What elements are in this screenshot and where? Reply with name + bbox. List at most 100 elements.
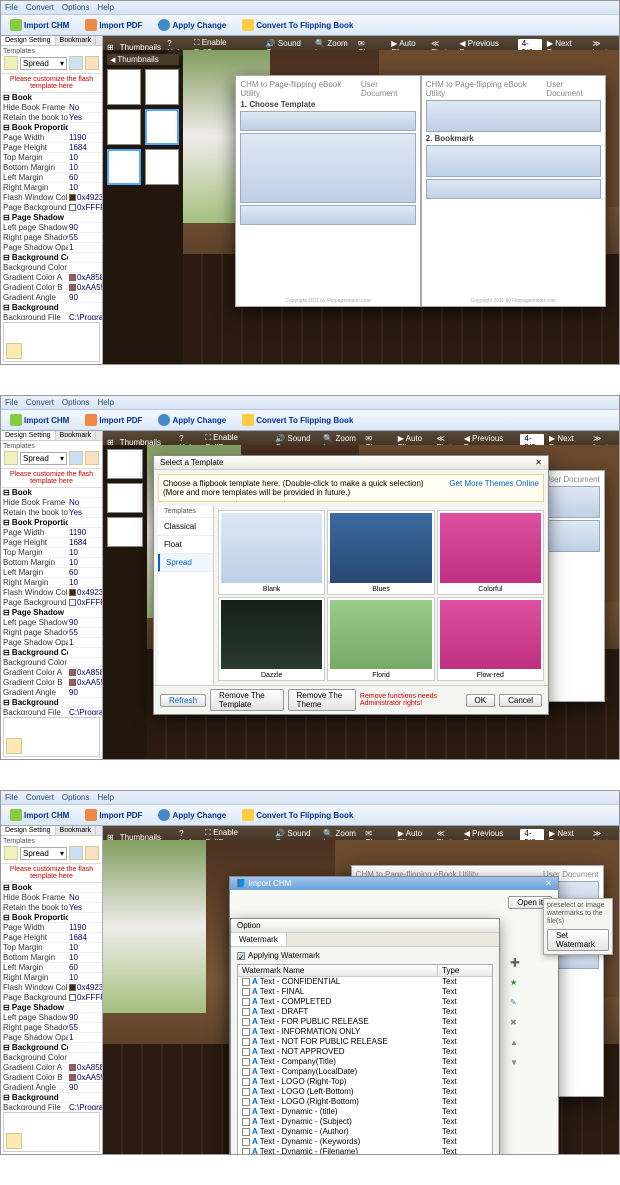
import-chm-button[interactable]: Import CHM (5, 17, 74, 33)
thumb-3[interactable] (107, 109, 141, 145)
apply-change-button[interactable]: Apply Change (153, 412, 231, 428)
move-up-icon[interactable]: ▲ (510, 1038, 524, 1052)
property-row[interactable]: Background FileC:\Program… (1, 1103, 102, 1110)
property-row[interactable]: ⊟ Background (1, 1093, 102, 1103)
cancel-button[interactable]: Cancel (499, 694, 542, 707)
property-row[interactable]: ⊟ Background Config (1, 1043, 102, 1053)
watermark-row[interactable]: A Text - Dynamic - (Filename)Text (238, 1147, 492, 1154)
row-checkbox[interactable] (242, 1108, 250, 1116)
menu-convert[interactable]: Convert (26, 398, 54, 407)
watermark-list[interactable]: Watermark NameType A Text - CONFIDENTIAL… (237, 964, 493, 1154)
menu-file[interactable]: File (5, 793, 18, 802)
new-icon[interactable]: ★ (510, 978, 524, 992)
property-row[interactable]: ⊟ Book (1, 93, 102, 103)
watermark-row[interactable]: A Text - LOGO (Right-Top)Text (238, 1077, 492, 1087)
apply-change-button[interactable]: Apply Change (153, 17, 231, 33)
property-row[interactable]: ⊟ Background Config (1, 648, 102, 658)
thumb-6[interactable] (145, 149, 179, 185)
property-row[interactable]: Page Width1190 (1, 528, 102, 538)
property-row[interactable]: Gradient Color A0xA85856 (1, 273, 102, 283)
property-row[interactable]: Gradient Angle90 (1, 1083, 102, 1093)
set-watermark-button[interactable]: Set Watermark (547, 929, 609, 951)
property-row[interactable]: Gradient Color B0xAA5555 (1, 283, 102, 293)
property-row[interactable]: Gradient Angle90 (1, 293, 102, 303)
property-row[interactable]: Page Width1190 (1, 923, 102, 933)
property-row[interactable]: Page Shadow Opacity1 (1, 638, 102, 648)
property-row[interactable]: ⊟ Book Proportions (1, 123, 102, 133)
watermark-row[interactable]: A Text - FOR PUBLIC RELEASEText (238, 1017, 492, 1027)
tab-design-setting[interactable]: Design Setting (1, 431, 56, 440)
template-select[interactable]: Spread▾ (20, 57, 67, 70)
property-row[interactable]: ⊟ Page Shadow (1, 1003, 102, 1013)
row-checkbox[interactable] (242, 988, 250, 996)
manage-template-icon[interactable] (85, 56, 99, 70)
template-select[interactable]: Spread▾ (20, 847, 67, 860)
thumb-4[interactable] (145, 109, 179, 145)
property-row[interactable]: Right page Shadow55 (1, 628, 102, 638)
watermark-row[interactable]: A Text - NOT APPROVEDText (238, 1047, 492, 1057)
property-row[interactable]: Bottom Margin10 (1, 163, 102, 173)
property-row[interactable]: Background FileC:\Program… (1, 313, 102, 320)
import-chm-button[interactable]: Import CHM (5, 807, 74, 823)
menu-file[interactable]: File (5, 3, 18, 12)
import-pdf-button[interactable]: Import PDF (80, 807, 147, 823)
thumb-1[interactable] (107, 69, 141, 105)
property-row[interactable]: Hide Book Frame BarNo (1, 893, 102, 903)
close-icon[interactable]: ✕ (535, 458, 542, 467)
move-down-icon[interactable]: ▼ (510, 1058, 524, 1072)
property-row[interactable]: ⊟ Book (1, 883, 102, 893)
property-row[interactable]: Right page Shadow55 (1, 1023, 102, 1033)
watermark-tab[interactable]: Watermark (231, 933, 287, 946)
row-checkbox[interactable] (242, 1078, 250, 1086)
property-row[interactable]: ⊟ Background (1, 303, 102, 313)
property-row[interactable]: Page Background Color0xFFFFFF (1, 598, 102, 608)
menu-convert[interactable]: Convert (26, 793, 54, 802)
import-pdf-button[interactable]: Import PDF (80, 412, 147, 428)
watermark-row[interactable]: A Text - Company(Title)Text (238, 1057, 492, 1067)
delete-icon[interactable]: ✖ (510, 1018, 524, 1032)
refresh-button[interactable]: Refresh (160, 694, 206, 707)
property-row[interactable]: Hide Book Frame BarNo (1, 103, 102, 113)
import-pdf-button[interactable]: Import PDF (80, 17, 147, 33)
menu-convert[interactable]: Convert (26, 3, 54, 12)
menu-options[interactable]: Options (62, 793, 90, 802)
property-row[interactable]: Gradient Color B0xAA5555 (1, 1073, 102, 1083)
template-florid[interactable]: Florid (327, 597, 434, 682)
property-row[interactable]: Retain the book to centerYes (1, 113, 102, 123)
watermark-row[interactable]: A Text - INFORMATION ONLYText (238, 1027, 492, 1037)
menu-help[interactable]: Help (97, 793, 113, 802)
property-row[interactable]: Page Background Color0xFFFFFF (1, 993, 102, 1003)
property-row[interactable]: Right Margin10 (1, 183, 102, 193)
convert-button[interactable]: Convert To Flipping Book (237, 412, 358, 428)
property-row[interactable]: Background Color (1, 263, 102, 273)
property-row[interactable]: Bottom Margin10 (1, 953, 102, 963)
menu-help[interactable]: Help (97, 398, 113, 407)
template-flow-red[interactable]: Flow-red (437, 597, 544, 682)
property-row[interactable]: Gradient Color A0xA85856 (1, 1063, 102, 1073)
property-row[interactable]: Left page Shadow90 (1, 618, 102, 628)
property-row[interactable]: ⊟ Page Shadow (1, 213, 102, 223)
property-row[interactable]: Page Width1190 (1, 133, 102, 143)
row-checkbox[interactable] (242, 1008, 250, 1016)
property-row[interactable]: Left page Shadow90 (1, 1013, 102, 1023)
row-checkbox[interactable] (242, 1118, 250, 1126)
remove-theme-button[interactable]: Remove The Theme (288, 689, 356, 711)
watermark-row[interactable]: A Text - NOT FOR PUBLIC RELEASEText (238, 1037, 492, 1047)
watermark-row[interactable]: A Text - DRAFTText (238, 1007, 492, 1017)
property-row[interactable]: Gradient Angle90 (1, 688, 102, 698)
property-row[interactable]: Retain the book to centerYes (1, 508, 102, 518)
property-row[interactable]: Page Shadow Opacity1 (1, 243, 102, 253)
property-row[interactable]: Top Margin10 (1, 943, 102, 953)
row-checkbox[interactable] (242, 1098, 250, 1106)
thumb-2[interactable] (145, 69, 179, 105)
row-checkbox[interactable] (242, 978, 250, 986)
manage-template-icon[interactable] (85, 846, 99, 860)
template-type-spread[interactable]: Spread (158, 554, 213, 572)
convert-button[interactable]: Convert To Flipping Book (237, 807, 358, 823)
property-row[interactable]: Page Height1684 (1, 538, 102, 548)
watermark-row[interactable]: A Text - COMPLETEDText (238, 997, 492, 1007)
watermark-row[interactable]: A Text - LOGO (Right-Bottom)Text (238, 1097, 492, 1107)
save-template-icon[interactable] (69, 846, 83, 860)
watermark-row[interactable]: A Text - Dynamic - (Subject)Text (238, 1117, 492, 1127)
thumb-1[interactable] (107, 449, 143, 479)
